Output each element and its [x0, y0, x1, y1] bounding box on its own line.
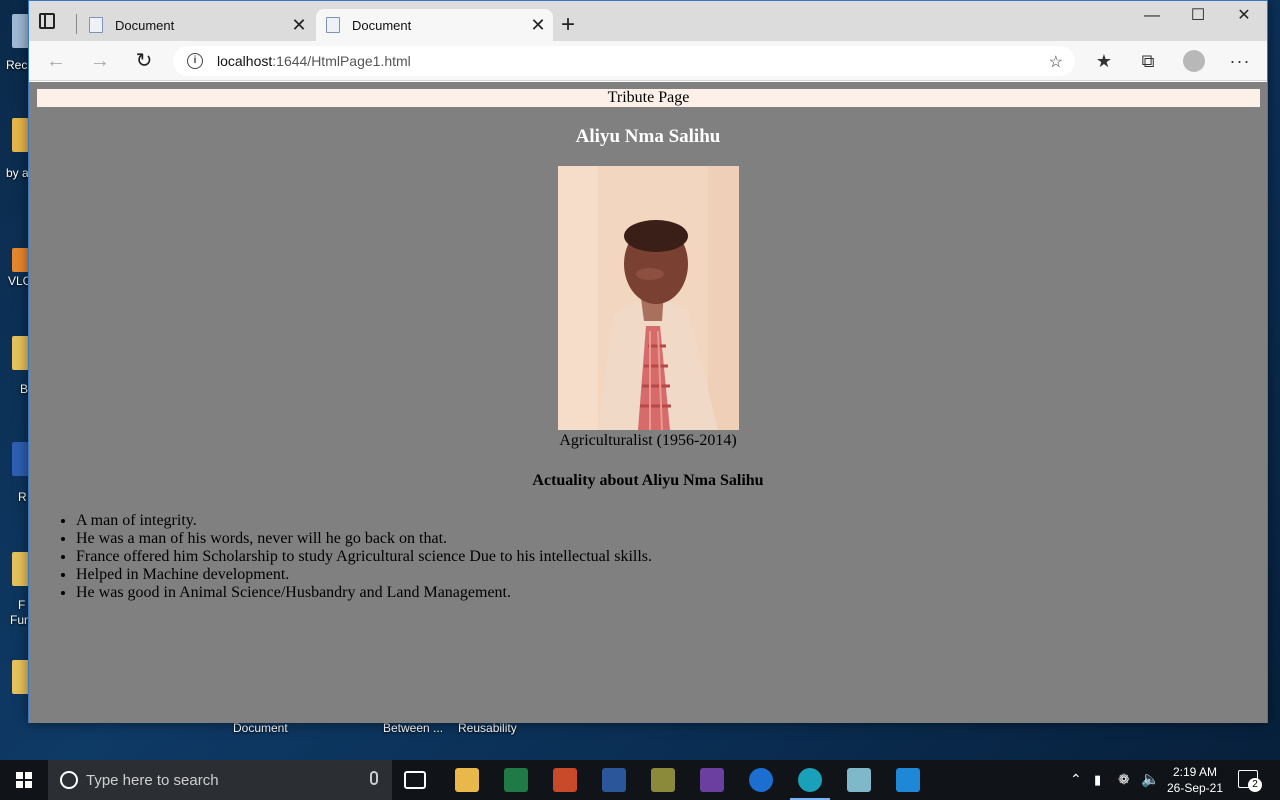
list-item: He was good in Animal Science/Husbandry … — [76, 584, 652, 602]
profile-icon[interactable] — [1179, 47, 1209, 75]
more-menu-icon[interactable]: ··· — [1225, 47, 1255, 75]
desktop-label: by a — [6, 166, 29, 180]
favorites-icon[interactable]: ★ — [1089, 47, 1119, 75]
add-favorite-icon[interactable]: ☆ — [1049, 52, 1063, 72]
visual-studio-icon[interactable] — [700, 768, 724, 792]
list-item: France offered him Scholarship to study … — [76, 548, 652, 566]
task-view-icon[interactable] — [404, 771, 426, 789]
tab-label: Document — [115, 17, 175, 33]
desktop-label-reusability: Reusability — [458, 721, 517, 735]
clock-date: 26-Sep-21 — [1166, 781, 1224, 795]
edge-icon[interactable] — [798, 768, 822, 792]
window-close-icon[interactable]: ✕ — [1221, 1, 1267, 33]
address-bar[interactable]: i localhost:1644/HtmlPage1.html ☆ — [173, 46, 1075, 76]
reload-icon[interactable]: ↻ — [129, 47, 159, 75]
forward-icon[interactable]: → — [85, 47, 115, 75]
page-header-bar: Tribute Page — [37, 89, 1260, 107]
desktop-label: F — [18, 598, 26, 612]
page-icon — [89, 17, 103, 33]
battery-icon[interactable]: ▮ — [1094, 772, 1101, 788]
page-icon — [326, 17, 340, 33]
desktop-label: R — [18, 490, 27, 504]
list-item: Helped in Machine development. — [76, 566, 652, 584]
page-content: Tribute Page Aliyu Nma Salihu Agricultur… — [29, 82, 1267, 723]
vscode-icon[interactable] — [896, 768, 920, 792]
tab-document-2[interactable]: Document ✕ — [316, 9, 553, 41]
tab-document-1[interactable]: Document ✕ — [79, 9, 314, 41]
page-title: Aliyu Nma Salihu — [575, 126, 721, 147]
powerpoint-icon[interactable] — [553, 768, 577, 792]
search-icon — [60, 771, 78, 789]
facts-list: A man of integrity. He was a man of his … — [76, 512, 652, 602]
chevron-up-icon[interactable]: ⌃ — [1070, 771, 1082, 788]
tools-icon[interactable] — [651, 768, 675, 792]
list-item: A man of integrity. — [76, 512, 652, 530]
start-button[interactable] — [0, 760, 48, 800]
close-icon[interactable]: ✕ — [523, 15, 553, 36]
desktop-label: Fur — [10, 613, 28, 627]
minimize-icon[interactable]: — — [1129, 1, 1175, 33]
portrait-image — [558, 166, 739, 430]
notification-count: 2 — [1248, 778, 1262, 792]
app-icon[interactable] — [847, 768, 871, 792]
desktop-label-between: Between ... — [383, 721, 444, 735]
list-item: He was a man of his words, never will he… — [76, 530, 652, 548]
volume-icon[interactable]: 🔈 — [1141, 770, 1160, 788]
site-info-icon[interactable]: i — [187, 53, 203, 69]
browser-toolbar: ← → ↻ i localhost:1644/HtmlPage1.html ☆ … — [29, 41, 1267, 81]
tab-actions-icon[interactable] — [39, 13, 55, 29]
tab-bar: Document ✕ Document ✕ + — ☐ ✕ — [29, 1, 1267, 41]
desktop-label-document: Document — [233, 721, 288, 735]
excel-icon[interactable] — [504, 768, 528, 792]
desktop-label: B — [20, 382, 29, 396]
back-icon[interactable]: ← — [41, 47, 71, 75]
word-icon[interactable] — [602, 768, 626, 792]
taskbar-search[interactable]: Type here to search — [48, 760, 392, 800]
browser-window: Document ✕ Document ✕ + — ☐ ✕ ← → ↻ i lo… — [28, 0, 1268, 723]
tab-separator — [76, 14, 77, 34]
new-tab-icon[interactable]: + — [561, 11, 575, 39]
microphone-icon[interactable] — [370, 771, 378, 785]
clock-time: 2:19 AM — [1172, 765, 1218, 779]
wifi-icon[interactable]: ❁ — [1118, 771, 1130, 788]
file-explorer-icon[interactable] — [455, 768, 479, 792]
collections-icon[interactable]: ⧉ — [1133, 47, 1163, 75]
section-title: Actuality about Aliyu Nma Salihu — [532, 472, 764, 489]
portrait-caption: Agriculturalist (1956-2014) — [559, 432, 737, 449]
maximize-icon[interactable]: ☐ — [1175, 1, 1221, 33]
close-icon[interactable]: ✕ — [284, 15, 314, 36]
address-url[interactable]: localhost:1644/HtmlPage1.html — [217, 53, 411, 69]
search-placeholder: Type here to search — [86, 771, 219, 789]
tab-label: Document — [352, 17, 412, 33]
edge-legacy-icon[interactable] — [749, 768, 773, 792]
taskbar: Type here to search ⌃ ▮ ❁ 🔈 2:19 AM 26-S… — [0, 760, 1280, 800]
clock[interactable]: 2:19 AM 26-Sep-21 — [1160, 764, 1230, 796]
windows-icon — [16, 772, 32, 788]
desktop-label: Rec — [6, 58, 28, 72]
